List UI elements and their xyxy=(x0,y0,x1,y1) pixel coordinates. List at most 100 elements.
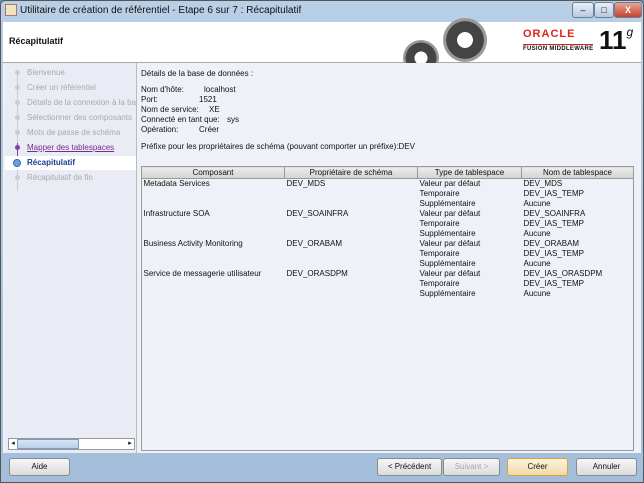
table-row[interactable]: Supplémentaire Aucune xyxy=(142,229,634,239)
table-cell xyxy=(285,189,418,199)
step-marker-icon xyxy=(15,145,20,150)
table-row[interactable]: Service de messagerie utilisateur DEV_ORA… xyxy=(142,269,634,279)
horizontal-scrollbar[interactable]: ◂ ▸ xyxy=(8,438,135,450)
step-marker-icon xyxy=(15,100,20,105)
scroll-right-icon[interactable]: ▸ xyxy=(126,439,134,449)
table-cell: Service de messagerie utilisateur xyxy=(143,269,262,278)
table-cell xyxy=(285,219,418,229)
port-label: Port: xyxy=(141,95,158,104)
table-row[interactable]: Infrastructure SOA DEV_SOAINFRA Valeur par… xyxy=(142,209,634,219)
operation-label: Opération: xyxy=(141,125,179,134)
scroll-thumb[interactable] xyxy=(17,439,79,449)
table-cell: Aucune xyxy=(523,289,551,298)
table-row[interactable]: Supplémentaire Aucune xyxy=(142,289,634,299)
table-cell: Aucune xyxy=(523,229,551,238)
table-cell: Valeur par défaut xyxy=(419,269,481,278)
prefix-text: Préfixe pour les propriétaires de schéma… xyxy=(141,142,415,151)
table-cell: Aucune xyxy=(523,259,551,268)
table-row[interactable]: Supplémentaire Aucune xyxy=(142,259,634,269)
col-header-component[interactable]: Composant xyxy=(141,166,285,179)
title-bar: Utilitaire de création de référentiel - … xyxy=(1,1,643,21)
table-row[interactable]: Temporaire DEV_IAS_TEMP xyxy=(142,189,634,199)
table-cell: Valeur par défaut xyxy=(419,179,481,188)
window-title: Utilitaire de création de référentiel - … xyxy=(20,5,302,16)
table-cell xyxy=(142,259,285,269)
table-cell xyxy=(285,279,418,289)
table-cell: DEV_SOAINFRA xyxy=(286,209,349,218)
help-button[interactable]: Aide xyxy=(9,458,70,476)
table-cell xyxy=(142,199,285,209)
table-cell xyxy=(142,229,285,239)
table-cell xyxy=(285,259,418,269)
step-label: Mapper des tablespaces xyxy=(27,143,115,152)
table-cell: DEV_SOAINFRA xyxy=(523,209,586,218)
step-item: Mots de passe de schéma xyxy=(5,126,136,140)
host-label: Nom d'hôte: xyxy=(141,85,184,94)
step-item: Créer un référentiel xyxy=(5,81,136,95)
step-label: Détails de la connexion à la base xyxy=(27,98,137,107)
scroll-left-icon[interactable]: ◂ xyxy=(9,439,17,449)
step-item: Sélectionner des composants xyxy=(5,111,136,125)
page-title: Récapitulatif xyxy=(9,36,64,46)
step-marker-icon xyxy=(15,85,20,90)
port-value: 1521 xyxy=(199,95,217,104)
table-row[interactable]: Temporaire DEV_IAS_TEMP xyxy=(142,279,634,289)
table-row[interactable]: Supplémentaire Aucune xyxy=(142,199,634,209)
next-button[interactable]: Suivant > xyxy=(443,458,500,476)
table-cell xyxy=(285,229,418,239)
user-value: sys xyxy=(227,115,239,124)
table-cell xyxy=(285,249,418,259)
step-item: Récapitulatif de fin xyxy=(5,171,136,185)
table-cell: Supplémentaire xyxy=(419,229,476,238)
create-button[interactable]: Créer xyxy=(507,458,568,476)
step-label: Récapitulatif xyxy=(27,158,76,167)
step-item: Récapitulatif xyxy=(5,156,136,170)
table-cell xyxy=(142,189,285,199)
product-name: FUSION MIDDLEWARE xyxy=(523,44,594,52)
table-cell: DEV_ORABAM xyxy=(523,239,580,248)
table-cell: Supplémentaire xyxy=(419,259,476,268)
step-label: Sélectionner des composants xyxy=(27,113,132,122)
table-cell: Temporaire xyxy=(419,219,460,228)
tablespace-table: Composant Propriétaire de schéma Type de… xyxy=(141,166,634,299)
col-header-owner[interactable]: Propriétaire de schéma xyxy=(284,166,418,179)
table-cell xyxy=(142,219,285,229)
cancel-button[interactable]: Annuler xyxy=(576,458,637,476)
service-value: XE xyxy=(209,105,220,114)
table-cell: Temporaire xyxy=(419,189,460,198)
table-cell: Valeur par défaut xyxy=(419,239,481,248)
header: Récapitulatif ORACLE FUSION MIDDLEWARE 1… xyxy=(3,18,641,76)
steps-panel: Bienvenue Créer un référentiel Détails de … xyxy=(5,63,137,453)
table-cell: Metadata Services xyxy=(143,179,210,188)
step-marker-icon xyxy=(15,70,20,75)
table-cell xyxy=(142,289,285,299)
col-header-name[interactable]: Nom de tablespace xyxy=(521,166,634,179)
table-cell: DEV_IAS_TEMP xyxy=(523,219,584,228)
table-row[interactable]: Business Activity Monitoring DEV_ORABAM Va… xyxy=(142,239,634,249)
maximize-button[interactable]: □ xyxy=(594,2,614,18)
oracle-logo: ORACLE xyxy=(523,28,576,40)
close-button[interactable]: X xyxy=(614,2,642,18)
table-cell: Temporaire xyxy=(419,249,460,258)
table-cell: Valeur par défaut xyxy=(419,209,481,218)
table-cell: Aucune xyxy=(523,199,551,208)
col-header-type[interactable]: Type de tablespace xyxy=(417,166,522,179)
table-cell: Temporaire xyxy=(419,279,460,288)
table-row[interactable]: Metadata Services DEV_MDS Valeur par défau… xyxy=(142,179,634,190)
table-cell: Business Activity Monitoring xyxy=(143,239,243,248)
previous-button[interactable]: < Précédent xyxy=(377,458,442,476)
table-cell xyxy=(285,199,418,209)
host-value: localhost xyxy=(204,85,236,94)
step-item: Bienvenue xyxy=(5,66,136,80)
step-marker-icon xyxy=(15,130,20,135)
step-label: Créer un référentiel xyxy=(27,83,96,92)
table-row[interactable]: Temporaire DEV_IAS_TEMP xyxy=(142,219,634,229)
table-cell: DEV_ORASDPM xyxy=(286,269,348,278)
summary-panel: Détails de la base de données : Nom d'hô… xyxy=(138,63,638,453)
step-item[interactable]: Mapper des tablespaces xyxy=(5,141,136,155)
step-label: Récapitulatif de fin xyxy=(27,173,93,182)
table-cell: DEV_MDS xyxy=(523,179,563,188)
minimize-button[interactable]: – xyxy=(572,2,594,18)
table-row[interactable]: Temporaire DEV_IAS_TEMP xyxy=(142,249,634,259)
table-cell: DEV_IAS_TEMP xyxy=(523,279,584,288)
